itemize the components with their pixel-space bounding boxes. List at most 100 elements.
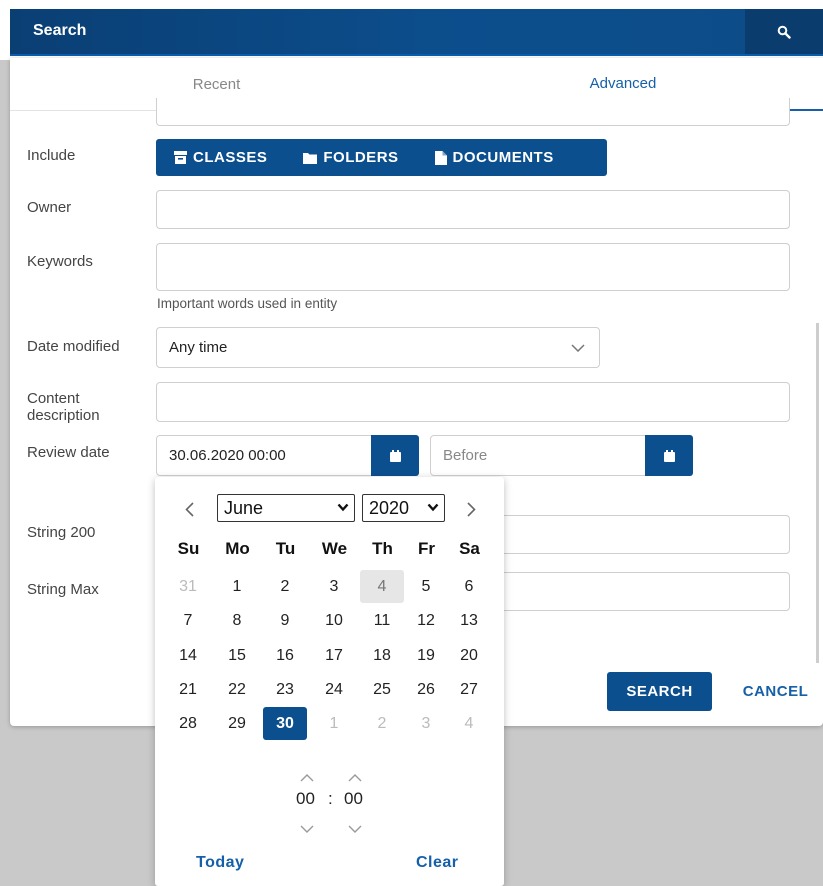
include-documents-button[interactable]: DOCUMENTS — [434, 149, 554, 166]
calendar-day[interactable]: 13 — [447, 604, 491, 637]
scrollbar[interactable] — [816, 323, 819, 663]
year-value: 2020 — [369, 497, 410, 518]
calendar-day[interactable]: 3 — [312, 570, 356, 603]
calendar-day[interactable]: 22 — [215, 673, 259, 706]
calendar-day[interactable]: 8 — [215, 604, 259, 637]
calendar-day[interactable]: 24 — [312, 673, 356, 706]
calendar-day[interactable]: 6 — [447, 570, 491, 603]
folder-icon — [303, 152, 318, 164]
keywords-input[interactable] — [156, 243, 790, 291]
weekday-header: Sa — [459, 539, 480, 558]
calendar-day[interactable]: 20 — [447, 639, 491, 672]
calendar-day[interactable]: 14 — [166, 639, 210, 672]
calendar-day[interactable]: 7 — [166, 604, 210, 637]
hours-up-button[interactable] — [300, 769, 314, 786]
calendar-day[interactable]: 11 — [360, 604, 404, 637]
include-documents-label: DOCUMENTS — [452, 149, 554, 166]
minutes-value[interactable]: 00 — [344, 789, 363, 809]
chevron-down-icon — [571, 344, 585, 352]
minutes-down-button[interactable] — [348, 820, 362, 837]
include-label: Include — [27, 147, 76, 164]
include-classes-label: CLASSES — [193, 149, 268, 166]
include-toggle-group: CLASSES FOLDERS DOCUMENTS — [156, 139, 607, 176]
date-picker: June 2020 Su Mo Tu We Th Fr Sa 31 1 2 3 4 5 6 7 8 9 10 11… — [155, 477, 504, 886]
calendar-day[interactable]: 26 — [404, 673, 448, 706]
weekday-header: We — [321, 539, 348, 558]
review-date-before-calendar-button[interactable] — [645, 435, 693, 476]
content-description-input[interactable] — [156, 382, 790, 422]
minutes-up-button[interactable] — [348, 769, 362, 786]
owner-label: Owner — [27, 199, 72, 216]
include-folders-button[interactable]: FOLDERS — [303, 149, 398, 166]
search-icon — [777, 25, 791, 39]
hours-value[interactable]: 00 — [296, 789, 315, 809]
content-description-label-line1: Content — [27, 390, 80, 407]
chevron-down-icon — [300, 825, 314, 833]
calendar-icon — [663, 449, 675, 462]
calendar-day[interactable]: 17 — [312, 639, 356, 672]
calendar-day[interactable]: 2 — [263, 570, 307, 603]
calendar-day[interactable]: 1 — [215, 570, 259, 603]
calendar-icon — [389, 449, 401, 462]
year-select[interactable]: 2020 — [362, 494, 445, 522]
weekday-header: Su — [177, 539, 200, 558]
calendar-day[interactable]: 31 — [166, 570, 210, 603]
calendar-day[interactable]: 1 — [312, 707, 356, 740]
chevron-left-icon — [184, 501, 194, 517]
calendar-day[interactable]: 19 — [404, 639, 448, 672]
today-button[interactable]: Today — [196, 854, 244, 872]
calendar-day[interactable]: 27 — [447, 673, 491, 706]
include-classes-button[interactable]: CLASSES — [174, 149, 267, 166]
chevron-down-icon — [348, 825, 362, 833]
calendar-day[interactable]: 16 — [263, 639, 307, 672]
calendar-day[interactable]: 2 — [360, 707, 404, 740]
calendar-day[interactable]: 18 — [360, 639, 404, 672]
calendar-day[interactable]: 5 — [404, 570, 448, 603]
date-modified-value: Any time — [169, 339, 228, 356]
calendar-day[interactable]: 25 — [360, 673, 404, 706]
clear-button[interactable]: Clear — [416, 854, 459, 872]
calendar-day[interactable]: 23 — [263, 673, 307, 706]
calendar-day[interactable]: 30 — [263, 707, 307, 740]
date-modified-label: Date modified — [27, 338, 120, 355]
document-icon — [434, 150, 447, 165]
calendar-day[interactable]: 3 — [404, 707, 448, 740]
review-date-before-placeholder: Before — [443, 447, 488, 464]
hours-down-button[interactable] — [300, 820, 314, 837]
keywords-label: Keywords — [27, 253, 93, 270]
calendar-day[interactable]: 15 — [215, 639, 259, 672]
search-bar-label: Search — [33, 22, 87, 39]
weekday-header: Fr — [418, 539, 435, 558]
weekday-header: Th — [372, 539, 393, 558]
chevron-up-icon — [348, 774, 362, 782]
string200-label: String 200 — [27, 524, 96, 541]
archive-icon — [174, 151, 187, 164]
next-month-button[interactable] — [460, 497, 482, 521]
calendar-day[interactable]: 9 — [263, 604, 307, 637]
search-submit-button[interactable] — [745, 9, 823, 54]
scrolled-field[interactable] — [156, 98, 790, 126]
calendar-day[interactable]: 28 — [166, 707, 210, 740]
review-date-from-value: 30.06.2020 00:00 — [169, 447, 286, 464]
calendar-day[interactable]: 4 — [360, 570, 404, 603]
calendar-day[interactable]: 4 — [447, 707, 491, 740]
calendar-day[interactable]: 10 — [312, 604, 356, 637]
owner-input[interactable] — [156, 190, 790, 229]
date-modified-select[interactable]: Any time — [156, 327, 600, 368]
calendar-day[interactable]: 21 — [166, 673, 210, 706]
chevron-up-icon — [300, 774, 314, 782]
search-button[interactable]: SEARCH — [607, 672, 712, 711]
time-separator: : — [328, 789, 333, 808]
review-date-before-input[interactable]: Before — [430, 435, 646, 476]
prev-month-button[interactable] — [178, 497, 200, 521]
month-select[interactable]: June — [217, 494, 355, 522]
review-date-from-input[interactable]: 30.06.2020 00:00 — [156, 435, 372, 476]
cancel-button[interactable]: CANCEL — [728, 672, 823, 711]
chevron-down-icon — [427, 503, 439, 512]
calendar-day[interactable]: 29 — [215, 707, 259, 740]
search-bar-field[interactable]: Search — [10, 9, 823, 56]
review-date-from-calendar-button[interactable] — [371, 435, 419, 476]
calendar-day[interactable]: 12 — [404, 604, 448, 637]
keywords-hint: Important words used in entity — [157, 296, 338, 311]
weekday-header: Mo — [225, 539, 250, 558]
